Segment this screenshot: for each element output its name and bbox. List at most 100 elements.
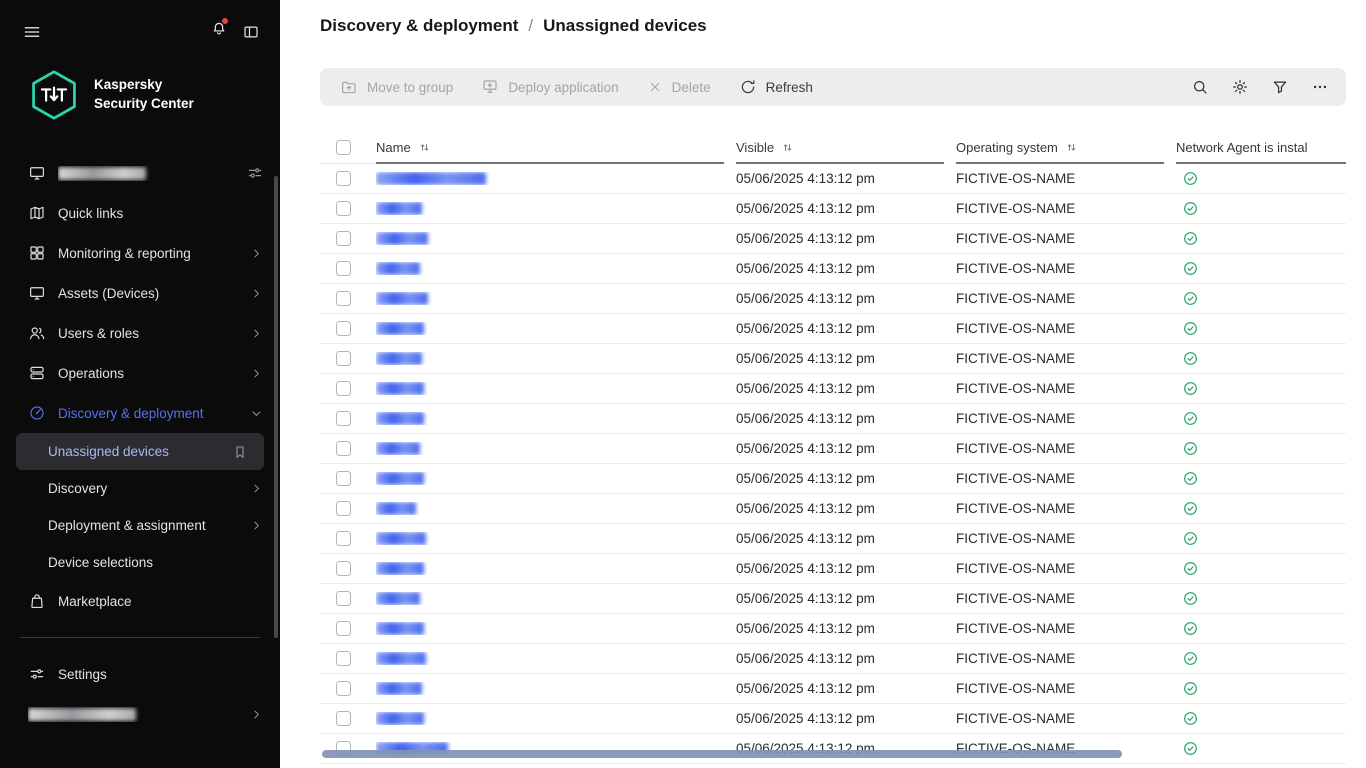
agent-status-cell — [1176, 290, 1346, 307]
device-name-link[interactable] — [376, 562, 424, 575]
row-checkbox[interactable] — [336, 231, 351, 246]
row-checkbox[interactable] — [336, 651, 351, 666]
sidebar-item-marketplace[interactable]: Marketplace — [0, 581, 280, 621]
row-checkbox[interactable] — [336, 381, 351, 396]
device-name-cell — [376, 322, 736, 335]
check-circle-icon — [1182, 290, 1199, 307]
device-name-link[interactable] — [376, 442, 420, 455]
device-name-link[interactable] — [376, 472, 424, 485]
row-checkbox[interactable] — [336, 711, 351, 726]
delete-button[interactable]: Delete — [633, 68, 725, 106]
sidebar-item-discovery[interactable]: Discovery — [0, 470, 280, 507]
row-checkbox[interactable] — [336, 501, 351, 516]
breadcrumb: Discovery & deployment / Unassigned devi… — [320, 14, 1346, 36]
deploy-application-button[interactable]: Deploy application — [467, 68, 632, 106]
move-to-group-button[interactable]: Move to group — [326, 68, 467, 106]
device-name-link[interactable] — [376, 502, 416, 515]
table-row: 05/06/2025 4:13:12 pmFICTIVE-OS-NAME — [320, 314, 1346, 344]
device-name-link[interactable] — [376, 532, 426, 545]
device-name-link[interactable] — [376, 202, 422, 215]
device-name-link[interactable] — [376, 262, 420, 275]
column-header-name[interactable]: Name — [376, 132, 724, 164]
row-checkbox[interactable] — [336, 681, 351, 696]
button-label: Delete — [672, 80, 711, 95]
sidebar-item-settings[interactable]: Settings — [0, 654, 280, 694]
notifications-button[interactable] — [210, 20, 228, 43]
table-row: 05/06/2025 4:13:12 pmFICTIVE-OS-NAME — [320, 704, 1346, 734]
device-name-link[interactable] — [376, 622, 424, 635]
row-checkbox[interactable] — [336, 621, 351, 636]
check-circle-icon — [1182, 530, 1199, 547]
row-checkbox[interactable] — [336, 291, 351, 306]
device-name-link[interactable] — [376, 682, 422, 695]
row-checkbox[interactable] — [336, 561, 351, 576]
sidebar-item-monitoring-reporting[interactable]: Monitoring & reporting — [0, 233, 280, 273]
table-row: 05/06/2025 4:13:12 pmFICTIVE-OS-NAME — [320, 494, 1346, 524]
sidebar-item-unassigned-devices[interactable]: Unassigned devices — [16, 433, 264, 470]
row-checkbox[interactable] — [336, 351, 351, 366]
sidebar-item-users-roles[interactable]: Users & roles — [0, 313, 280, 353]
sidebar-item-device-selections[interactable]: Device selections — [0, 544, 280, 581]
row-checkbox[interactable] — [336, 591, 351, 606]
device-name-link[interactable] — [376, 412, 424, 425]
device-name-cell — [376, 202, 736, 215]
agent-status-cell — [1176, 710, 1346, 727]
column-header-operating-system[interactable]: Operating system — [956, 132, 1164, 164]
agent-status-cell — [1176, 530, 1346, 547]
sidebar-item-assets-devices[interactable]: Assets (Devices) — [0, 273, 280, 313]
device-name-cell — [376, 472, 736, 485]
operating-system: FICTIVE-OS-NAME — [956, 591, 1176, 606]
table-row: 05/06/2025 4:13:12 pmFICTIVE-OS-NAME — [320, 224, 1346, 254]
device-name-link[interactable] — [376, 592, 420, 605]
device-name-link[interactable] — [376, 322, 424, 335]
sidebar-item-server[interactable] — [0, 153, 280, 193]
sidebar-item-deployment-assignment[interactable]: Deployment & assignment — [0, 507, 280, 544]
sidebar-scrollbar[interactable] — [274, 176, 278, 638]
operating-system: FICTIVE-OS-NAME — [956, 531, 1176, 546]
chevron-right-icon — [249, 366, 264, 381]
device-name-cell — [376, 382, 736, 395]
operating-system: FICTIVE-OS-NAME — [956, 231, 1176, 246]
row-checkbox[interactable] — [336, 171, 351, 186]
folder-move-icon — [340, 78, 358, 96]
row-checkbox[interactable] — [336, 201, 351, 216]
filter-button[interactable] — [1260, 68, 1300, 106]
search-button[interactable] — [1180, 68, 1220, 106]
device-name-link[interactable] — [376, 292, 428, 305]
sidebar-item-discovery-deployment[interactable]: Discovery & deployment — [0, 393, 280, 433]
table-row: 05/06/2025 4:13:12 pmFICTIVE-OS-NAME — [320, 374, 1346, 404]
device-name-link[interactable] — [376, 232, 428, 245]
row-checkbox[interactable] — [336, 471, 351, 486]
device-name-link[interactable] — [376, 382, 424, 395]
horizontal-scrollbar[interactable] — [322, 750, 1122, 758]
sidebar-item-quick-links[interactable]: Quick links — [0, 193, 280, 233]
menu-icon[interactable] — [22, 22, 42, 42]
select-all-checkbox[interactable] — [336, 140, 351, 155]
device-name-link[interactable] — [376, 712, 424, 725]
sort-icon[interactable] — [1065, 141, 1078, 154]
visible-timestamp: 05/06/2025 4:13:12 pm — [736, 171, 956, 186]
breadcrumb-section[interactable]: Discovery & deployment — [320, 16, 518, 36]
filter-icon — [1271, 78, 1289, 96]
panel-toggle-icon[interactable] — [242, 23, 260, 41]
sidebar-item-operations[interactable]: Operations — [0, 353, 280, 393]
device-name-link[interactable] — [376, 352, 422, 365]
more-button[interactable] — [1300, 68, 1340, 106]
operating-system: FICTIVE-OS-NAME — [956, 651, 1176, 666]
sidebar-item-account[interactable] — [0, 694, 280, 734]
device-name-link[interactable] — [376, 652, 426, 665]
sidebar-item-label: Unassigned devices — [48, 444, 220, 459]
sort-icon[interactable] — [781, 141, 794, 154]
row-checkbox[interactable] — [336, 411, 351, 426]
settings-button[interactable] — [1220, 68, 1260, 106]
device-name-link[interactable] — [376, 172, 486, 185]
column-header-network-agent[interactable]: Network Agent is instal — [1176, 132, 1346, 164]
refresh-button[interactable]: Refresh — [725, 68, 827, 106]
row-checkbox[interactable] — [336, 441, 351, 456]
row-checkbox[interactable] — [336, 321, 351, 336]
row-checkbox[interactable] — [336, 531, 351, 546]
row-checkbox[interactable] — [336, 261, 351, 276]
sort-icon[interactable] — [418, 141, 431, 154]
column-header-visible[interactable]: Visible — [736, 132, 944, 164]
toolbar: Move to groupDeploy application Delete Ref… — [320, 68, 1346, 106]
